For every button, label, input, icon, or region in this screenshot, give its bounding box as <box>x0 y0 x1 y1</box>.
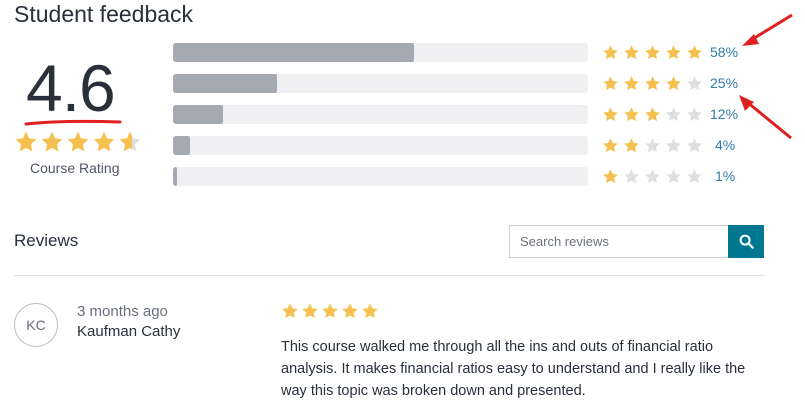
course-rating-label: Course Rating <box>30 160 120 176</box>
star-empty-icon <box>645 138 660 153</box>
review-timestamp: 3 months ago <box>77 303 168 320</box>
average-rating: 4.6 <box>26 51 116 125</box>
rating-bar-5[interactable] <box>173 43 588 62</box>
rating-bar-4[interactable] <box>173 74 588 93</box>
reviewer-name: Kaufman Cathy <box>77 323 181 340</box>
rating-bar-1[interactable] <box>173 167 588 186</box>
rating-row-stars-1 <box>602 168 703 185</box>
search-reviews-input[interactable] <box>510 226 720 257</box>
section-title: Student feedback <box>14 1 194 27</box>
star-empty-icon <box>687 138 702 153</box>
star-filled-icon <box>41 131 63 152</box>
star-filled-icon <box>15 131 37 152</box>
star-filled-icon <box>624 45 639 60</box>
star-filled-icon <box>603 45 618 60</box>
rating-row-stars-5 <box>602 44 703 61</box>
search-icon <box>739 234 754 249</box>
rating-row-stars-4 <box>602 75 703 92</box>
star-filled-icon <box>624 107 639 122</box>
search-button[interactable] <box>728 225 764 258</box>
rating-percent-link[interactable]: 25% <box>710 75 738 91</box>
star-filled-icon <box>603 169 618 184</box>
star-filled-icon <box>624 76 639 91</box>
star-filled-icon <box>645 76 660 91</box>
rating-percent-link[interactable]: 12% <box>710 106 738 122</box>
star-half-icon <box>119 131 141 152</box>
star-filled-icon <box>342 303 358 319</box>
star-filled-icon <box>666 45 681 60</box>
star-filled-icon <box>603 138 618 153</box>
divider <box>14 275 764 276</box>
rating-bar-fill <box>173 105 223 124</box>
star-empty-icon <box>645 169 660 184</box>
rating-bar-fill <box>173 167 178 186</box>
rating-row-stars-3 <box>602 106 703 123</box>
star-filled-icon <box>282 303 298 319</box>
star-empty-icon <box>666 138 681 153</box>
rating-percent-link[interactable]: 4% <box>715 137 735 153</box>
star-filled-icon <box>302 303 318 319</box>
star-empty-icon <box>687 169 702 184</box>
star-filled-icon <box>624 138 639 153</box>
summary-star-rating <box>14 130 142 154</box>
avatar: KC <box>14 303 58 347</box>
star-empty-icon <box>687 76 702 91</box>
star-filled-icon <box>603 107 618 122</box>
search-reviews-box <box>509 225 728 258</box>
star-filled-icon <box>322 303 338 319</box>
review-star-rating <box>281 302 379 320</box>
rating-percent-link[interactable]: 58% <box>710 44 738 60</box>
star-filled-icon <box>645 45 660 60</box>
star-filled-icon <box>666 76 681 91</box>
star-filled-icon <box>603 76 618 91</box>
star-filled-icon <box>687 45 702 60</box>
rating-bar-2[interactable] <box>173 136 588 155</box>
rating-bar-fill <box>173 43 414 62</box>
annotation-underline <box>24 119 122 126</box>
rating-percent-link[interactable]: 1% <box>715 168 735 184</box>
star-filled-icon <box>362 303 378 319</box>
star-filled-icon <box>67 131 89 152</box>
review-text: This course walked me through all the in… <box>281 339 746 399</box>
rating-row-stars-2 <box>602 137 703 154</box>
star-filled-icon <box>93 131 115 152</box>
star-filled-icon <box>645 107 660 122</box>
star-empty-icon <box>624 169 639 184</box>
star-empty-icon <box>687 107 702 122</box>
rating-bar-fill <box>173 74 277 93</box>
star-empty-icon <box>666 107 681 122</box>
annotation-arrow-bottom <box>739 95 792 140</box>
annotation-arrow-top <box>742 13 793 46</box>
rating-bar-fill <box>173 136 190 155</box>
star-empty-icon <box>666 169 681 184</box>
rating-bar-3[interactable] <box>173 105 588 124</box>
reviews-heading: Reviews <box>14 231 79 250</box>
